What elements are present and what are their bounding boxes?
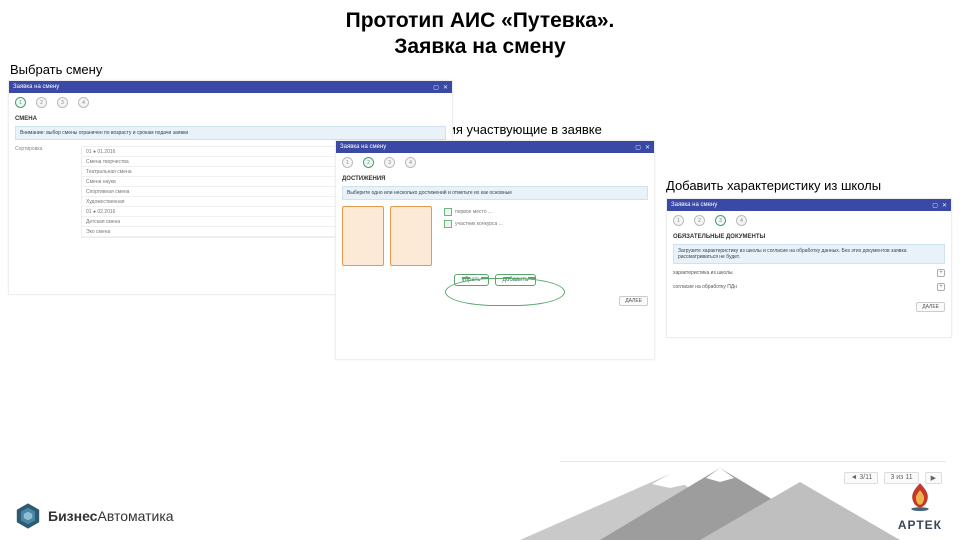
window-controls[interactable]: ▢✕ (635, 144, 650, 151)
document-label: характеристика из школы (673, 270, 733, 276)
document-row: согласие на обработку ПДн + (667, 280, 951, 294)
sort-label: Сортировка (15, 146, 75, 152)
selected-item[interactable]: участник конкурса ... (444, 218, 648, 230)
step-4[interactable]: 4 (736, 215, 747, 226)
step-3[interactable]: 3 (57, 97, 68, 108)
divider (560, 461, 946, 462)
window-title: Заявка на смену (340, 144, 386, 150)
step-2[interactable]: 2 (363, 157, 374, 168)
step-1[interactable]: 1 (342, 157, 353, 168)
selected-item[interactable]: первое место ... (444, 206, 648, 218)
upload-button[interactable]: + (937, 269, 945, 277)
info-strip: Выберите одно или несколько достижений и… (342, 186, 648, 200)
section-heading: ДОСТИЖЕНИЯ (342, 176, 648, 182)
title-line-2: Заявка на смену (0, 34, 960, 60)
logo-text: БизнесАвтоматика (48, 508, 174, 524)
slide-title: Прототип АИС «Путевка». Заявка на смену (0, 0, 960, 67)
expand-icon[interactable]: ▢ (932, 202, 938, 209)
info-strip: Загрузите характеристику из школы и согл… (673, 244, 945, 264)
achievement-cards (336, 202, 438, 270)
sort-sidebar: Сортировка (15, 146, 75, 238)
logo-artek: АРТЕК (898, 482, 942, 532)
expand-icon[interactable]: ▢ (433, 84, 439, 91)
wizard-steps: 1 2 3 4 (336, 153, 654, 172)
wizard-steps: 1 2 3 4 (667, 211, 951, 230)
step-1[interactable]: 1 (673, 215, 684, 226)
close-icon[interactable]: ✕ (942, 202, 947, 209)
window-titlebar: Заявка на смену ▢✕ (336, 141, 654, 153)
logo-business-automation: БизнесАвтоматика (14, 502, 174, 530)
selected-achievements: первое место ... участник конкурса ... (444, 206, 648, 266)
achievement-card[interactable] (390, 206, 432, 266)
close-icon[interactable]: ✕ (443, 84, 448, 91)
transfer-buttons: убрать добавить (336, 274, 654, 286)
section-heading: ОБЯЗАТЕЛЬНЫЕ ДОКУМЕНТЫ (673, 234, 945, 240)
step-4[interactable]: 4 (78, 97, 89, 108)
window-title: Заявка на смену (671, 202, 717, 208)
window-titlebar: Заявка на смену ▢✕ (9, 81, 452, 93)
caption-choose-shift: Выбрать смену (10, 62, 102, 77)
logo-label: АРТЕК (898, 518, 942, 532)
step-3[interactable]: 3 (715, 215, 726, 226)
title-line-1: Прототип АИС «Путевка». (0, 8, 960, 34)
step-4[interactable]: 4 (405, 157, 416, 168)
remove-button[interactable]: убрать (454, 274, 489, 286)
step-2[interactable]: 2 (36, 97, 47, 108)
screenshot-achievements: Заявка на смену ▢✕ 1 2 3 4 ДОСТИЖЕНИЯ Вы… (335, 140, 655, 360)
window-titlebar: Заявка на смену ▢✕ (667, 199, 951, 211)
window-controls[interactable]: ▢✕ (932, 202, 947, 209)
step-3[interactable]: 3 (384, 157, 395, 168)
hexagon-icon (14, 502, 42, 530)
caption-add-school: Добавить характеристику из школы (666, 178, 881, 193)
window-title: Заявка на смену (13, 84, 59, 90)
info-strip: Внимание: выбор смены ограничен по возра… (15, 126, 446, 140)
flame-icon (907, 482, 933, 512)
achievement-card[interactable] (342, 206, 384, 266)
step-1[interactable]: 1 (15, 97, 26, 108)
next-button[interactable]: ДАЛЕЕ (916, 302, 945, 312)
step-2[interactable]: 2 (694, 215, 705, 226)
expand-icon[interactable]: ▢ (635, 144, 641, 151)
window-controls[interactable]: ▢✕ (433, 84, 448, 91)
screenshot-documents: Заявка на смену ▢✕ 1 2 3 4 ОБЯЗАТЕЛЬНЫЕ … (666, 198, 952, 338)
add-button[interactable]: добавить (495, 274, 537, 286)
wizard-steps: 1 2 3 4 (9, 93, 452, 112)
next-button[interactable]: ДАЛЕЕ (619, 296, 648, 306)
slide-footer: БизнесАвтоматика АРТЕК (0, 470, 960, 540)
document-label: согласие на обработку ПДн (673, 284, 737, 290)
close-icon[interactable]: ✕ (645, 144, 650, 151)
section-heading: СМЕНА (15, 116, 446, 122)
document-row: характеристика из школы + (667, 266, 951, 280)
upload-button[interactable]: + (937, 283, 945, 291)
